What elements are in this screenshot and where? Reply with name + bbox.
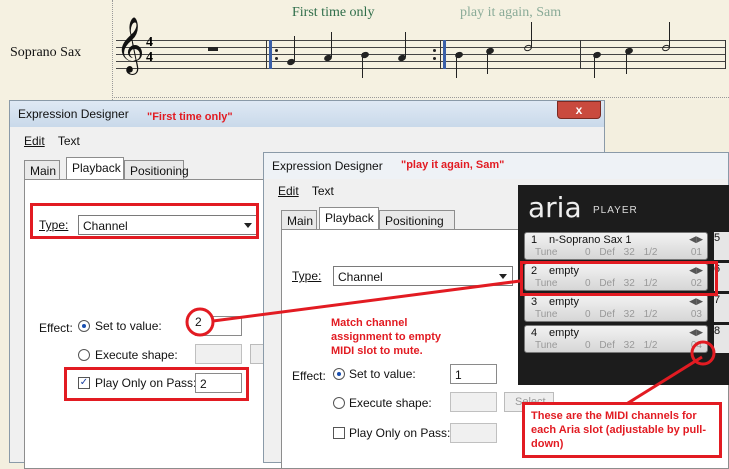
callout-circle-value: 2 bbox=[195, 315, 202, 329]
midi-channels-note: These are the MIDI channels for each Ari… bbox=[522, 402, 722, 458]
match-channel-note: Match channel assignment to empty MIDI s… bbox=[331, 317, 442, 357]
callout-lines bbox=[185, 279, 716, 410]
